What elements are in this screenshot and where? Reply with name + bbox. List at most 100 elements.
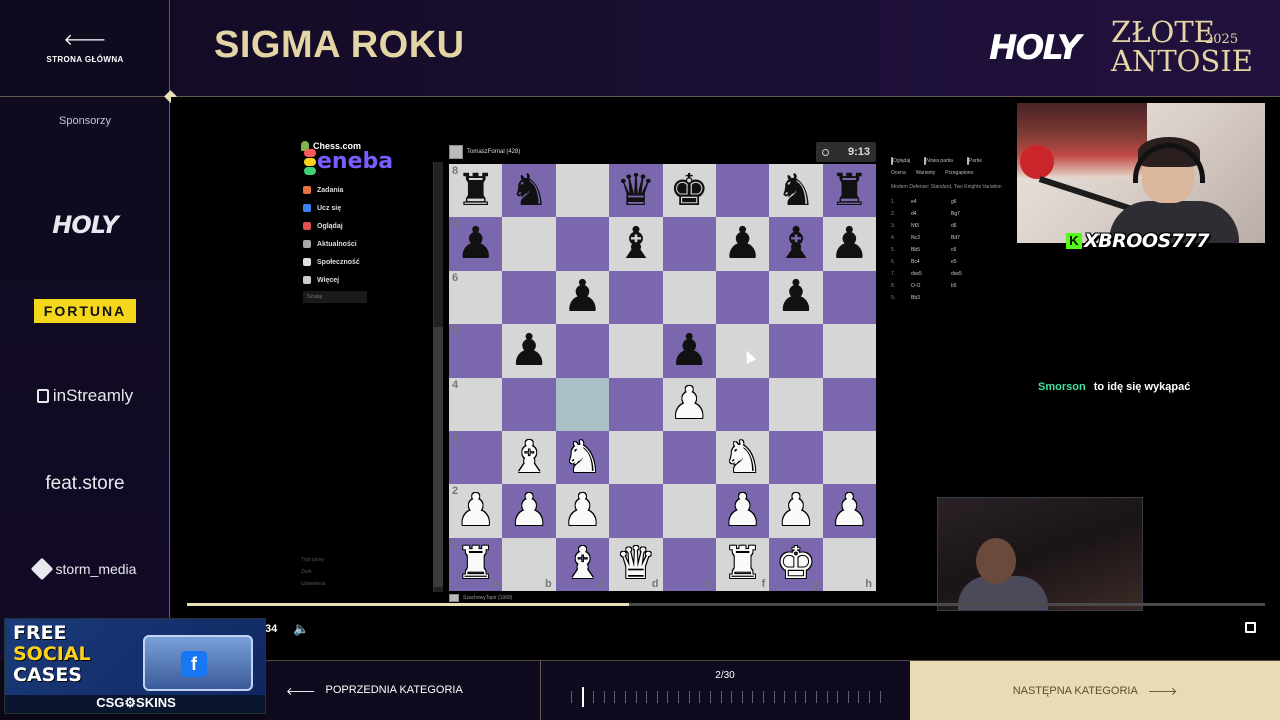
- nav-item-ogladaj[interactable]: Oglądaj: [303, 217, 360, 235]
- move-san[interactable]: e5: [951, 259, 957, 265]
- square-e8[interactable]: ♚: [662, 164, 716, 218]
- toggle-ocena[interactable]: Ocena: [891, 170, 906, 176]
- square-g2[interactable]: ♟: [769, 484, 823, 538]
- square-g1[interactable]: ♚ g: [769, 537, 823, 591]
- sponsor-fortuna-logo[interactable]: FORTUNA: [0, 298, 170, 324]
- move-row[interactable]: 8. O-O b5: [891, 280, 1061, 292]
- nav-item-zadania[interactable]: Zadania: [303, 181, 360, 199]
- square-g8[interactable]: ♞: [769, 164, 823, 218]
- square-h1[interactable]: h: [822, 537, 876, 591]
- slider-tick[interactable]: [656, 691, 658, 703]
- square-b5[interactable]: ♟: [502, 324, 556, 378]
- white-pawn-icon[interactable]: ♟: [456, 488, 495, 533]
- chess-board[interactable]: ♜ 8 ♞ ♛ ♚ ♞ ♜ ♟ 7 ♝ ♟ ♝ ♟ 6 ♟ ♟ 5 ♟ ♟ 4 ♟ 3 ♝ ♞ ♞ ♟ 2 ♟ ♟ ♟ ♟ ♟ ♜ 1 a b ♝ c ♛ d…: [449, 164, 876, 591]
- move-san[interactable]: O-O: [911, 283, 951, 289]
- square-a4[interactable]: 4: [449, 377, 503, 431]
- white-rook-icon[interactable]: ♜: [456, 542, 495, 586]
- black-pawn-icon[interactable]: ♟: [456, 222, 495, 266]
- video-player[interactable]: Chess.com eneba Zadania Ucz się Oglądaj …: [171, 97, 1280, 660]
- move-san[interactable]: Bb3: [911, 295, 951, 301]
- csgoskins-ad-banner[interactable]: FREE SOCIAL CASES f CSG⚙SKINS: [4, 618, 266, 714]
- move-row[interactable]: 7. dxe5 dxe5: [891, 268, 1061, 280]
- black-knight-icon[interactable]: ♞: [776, 168, 815, 213]
- square-d8[interactable]: ♛: [609, 164, 663, 218]
- white-pawn-icon[interactable]: ♟: [669, 382, 708, 426]
- move-san[interactable]: Bb5: [911, 247, 951, 253]
- square-a8[interactable]: ♜ 8: [449, 164, 503, 218]
- tab-ogladaj[interactable]: Oglądaj: [891, 157, 910, 165]
- square-e7[interactable]: [662, 217, 716, 271]
- square-g6[interactable]: ♟: [769, 270, 823, 325]
- slider-tick[interactable]: [837, 691, 839, 703]
- square-c7[interactable]: [555, 217, 610, 271]
- black-pawn-icon[interactable]: ♟: [776, 275, 815, 319]
- black-pawn-icon[interactable]: ♟: [723, 222, 762, 266]
- chess-search-input[interactable]: Szukaj: [303, 291, 367, 303]
- nav-item-ucz-sie[interactable]: Ucz się: [303, 199, 360, 217]
- black-knight-icon[interactable]: ♞: [509, 168, 548, 213]
- square-h6[interactable]: [822, 270, 876, 325]
- square-f5[interactable]: [715, 324, 770, 378]
- square-e6[interactable]: [662, 270, 716, 325]
- nav-item-aktualnosci[interactable]: Aktualności: [303, 235, 360, 253]
- move-san[interactable]: d4: [911, 211, 951, 217]
- square-e5[interactable]: ♟: [662, 324, 716, 378]
- square-d4[interactable]: [609, 377, 663, 431]
- slider-tick[interactable]: [699, 691, 701, 703]
- slider-tick[interactable]: [720, 691, 722, 703]
- square-c4[interactable]: [555, 377, 610, 431]
- slider-tick[interactable]: [688, 691, 690, 703]
- black-bishop-icon[interactable]: ♝: [616, 222, 655, 266]
- black-pawn-icon[interactable]: ♟: [830, 222, 869, 266]
- move-row[interactable]: 5. Bb5 c6: [891, 244, 1061, 256]
- slider-tick[interactable]: [752, 691, 754, 703]
- slider-tick[interactable]: [869, 691, 871, 703]
- square-d6[interactable]: [609, 270, 663, 325]
- square-g4[interactable]: [769, 377, 823, 431]
- white-queen-icon[interactable]: ♛: [616, 542, 655, 586]
- square-b7[interactable]: [502, 217, 556, 271]
- white-pawn-icon[interactable]: ♟: [776, 488, 815, 533]
- slider-tick[interactable]: [762, 691, 764, 703]
- square-b8[interactable]: ♞: [502, 164, 556, 218]
- slider-current-tick[interactable]: [581, 687, 584, 707]
- square-h3[interactable]: [822, 430, 876, 485]
- toggle-warianty[interactable]: Warianty: [916, 170, 936, 176]
- slider-tick[interactable]: [646, 691, 648, 703]
- move-san[interactable]: Nf3: [911, 223, 951, 229]
- move-san[interactable]: b5: [951, 283, 957, 289]
- slider-tick[interactable]: [593, 691, 595, 703]
- slider-tick[interactable]: [773, 691, 775, 703]
- white-bishop-icon[interactable]: ♝: [563, 542, 602, 586]
- slider-tick[interactable]: [794, 691, 796, 703]
- square-f1[interactable]: ♜ f: [715, 537, 770, 591]
- square-d3[interactable]: [609, 430, 663, 485]
- square-h7[interactable]: ♟: [822, 217, 876, 271]
- move-row[interactable]: 6. Bc4 e5: [891, 256, 1061, 268]
- white-knight-icon[interactable]: ♞: [563, 435, 602, 480]
- square-g5[interactable]: [769, 324, 823, 378]
- black-pawn-icon[interactable]: ♟: [509, 328, 548, 373]
- white-king-icon[interactable]: ♚: [776, 542, 815, 586]
- move-san[interactable]: Bd7: [951, 235, 960, 241]
- square-d1[interactable]: ♛ d: [609, 537, 663, 591]
- slider-tick[interactable]: [784, 691, 786, 703]
- home-button[interactable]: 🡐 STRONA GŁÓWNA: [0, 0, 170, 96]
- square-d5[interactable]: [609, 324, 663, 378]
- square-b1[interactable]: b: [502, 537, 556, 591]
- nav-bottom-item[interactable]: Tryb jasny: [301, 557, 325, 569]
- sponsor-featstore-logo[interactable]: feat.store: [0, 470, 170, 498]
- slider-tick[interactable]: [816, 691, 818, 703]
- white-pawn-icon[interactable]: ♟: [723, 488, 762, 533]
- sponsor-instreamly-logo[interactable]: inStreamly: [0, 383, 170, 409]
- move-row[interactable]: 9. Bb3: [891, 292, 1061, 304]
- white-pawn-icon[interactable]: ♟: [830, 488, 869, 533]
- move-san[interactable]: dxe5: [911, 271, 951, 277]
- move-san[interactable]: dxe5: [951, 271, 962, 277]
- slider-tick[interactable]: [635, 691, 637, 703]
- square-h2[interactable]: ♟: [822, 484, 876, 538]
- square-c2[interactable]: ♟: [555, 484, 610, 538]
- fullscreen-icon[interactable]: [1245, 622, 1256, 633]
- slider-tick[interactable]: [805, 691, 807, 703]
- square-f8[interactable]: [715, 164, 770, 218]
